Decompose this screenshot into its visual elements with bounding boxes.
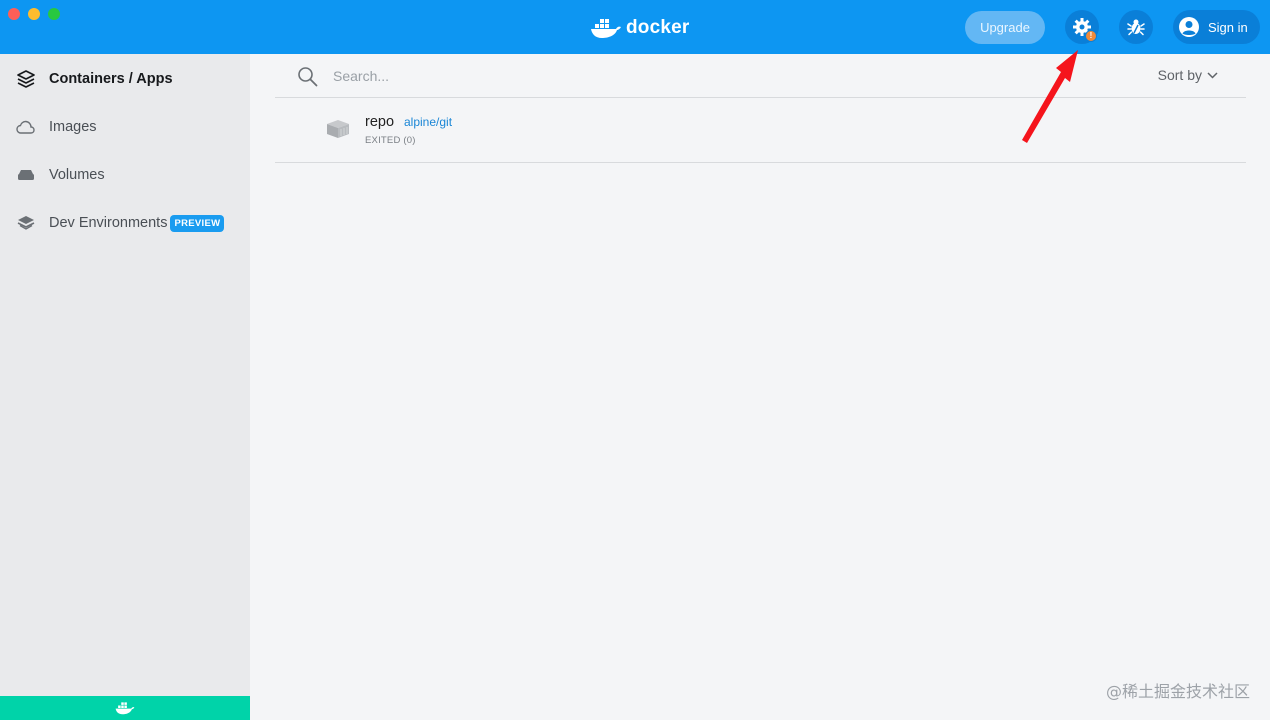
user-avatar-icon bbox=[1179, 17, 1199, 37]
sidebar-item-volumes[interactable]: Volumes bbox=[0, 155, 250, 195]
brand-name: docker bbox=[626, 17, 690, 38]
sign-in-button[interactable]: Sign in bbox=[1173, 10, 1260, 44]
table-row[interactable]: repo alpine/git EXITED (0) bbox=[275, 98, 1246, 163]
dev-env-icon bbox=[16, 214, 35, 233]
docker-logo: docker bbox=[590, 14, 690, 42]
docker-whale-icon bbox=[591, 19, 621, 38]
preview-badge: PREVIEW bbox=[170, 214, 225, 232]
container-name: repo bbox=[365, 114, 395, 130]
watermark: @稀土掘金技术社区 bbox=[1105, 682, 1250, 701]
annotation-arrow bbox=[1022, 50, 1078, 143]
sidebar-status-bar[interactable] bbox=[0, 696, 250, 720]
sort-by-label: Sort by bbox=[1157, 67, 1202, 83]
sidebar-item-containers[interactable]: Containers / Apps bbox=[0, 59, 250, 99]
containers-icon bbox=[16, 70, 35, 89]
container-image-link[interactable]: alpine/git bbox=[404, 115, 452, 129]
search-input[interactable] bbox=[333, 65, 833, 87]
sort-by-dropdown[interactable]: Sort by bbox=[1158, 67, 1218, 83]
cloud-icon bbox=[16, 118, 35, 137]
sidebar-item-label: Dev Environments bbox=[49, 215, 168, 231]
docker-whale-icon bbox=[115, 702, 135, 715]
window-zoom-button[interactable] bbox=[48, 8, 60, 20]
sign-in-label: Sign in bbox=[1208, 19, 1248, 35]
troubleshoot-button[interactable] bbox=[1119, 10, 1153, 44]
volume-icon bbox=[16, 166, 35, 185]
search-icon bbox=[298, 67, 318, 87]
search-bar: Sort by bbox=[275, 54, 1246, 98]
sidebar-item-label: Images bbox=[49, 119, 97, 135]
window-minimize-button[interactable] bbox=[28, 8, 40, 20]
sidebar: Containers / Apps Images Volumes Dev Env… bbox=[0, 54, 250, 720]
container-status: EXITED (0) bbox=[365, 135, 416, 146]
container-icon bbox=[327, 120, 349, 138]
chevron-down-icon bbox=[1207, 71, 1218, 79]
sidebar-item-dev-environments[interactable]: Dev Environments PREVIEW bbox=[0, 203, 250, 243]
settings-button[interactable]: ! bbox=[1065, 10, 1099, 44]
sidebar-item-label: Containers / Apps bbox=[49, 71, 173, 87]
bug-icon bbox=[1127, 19, 1145, 36]
window-close-button[interactable] bbox=[8, 8, 20, 20]
sidebar-item-label: Volumes bbox=[49, 167, 105, 183]
sidebar-item-images[interactable]: Images bbox=[0, 107, 250, 147]
